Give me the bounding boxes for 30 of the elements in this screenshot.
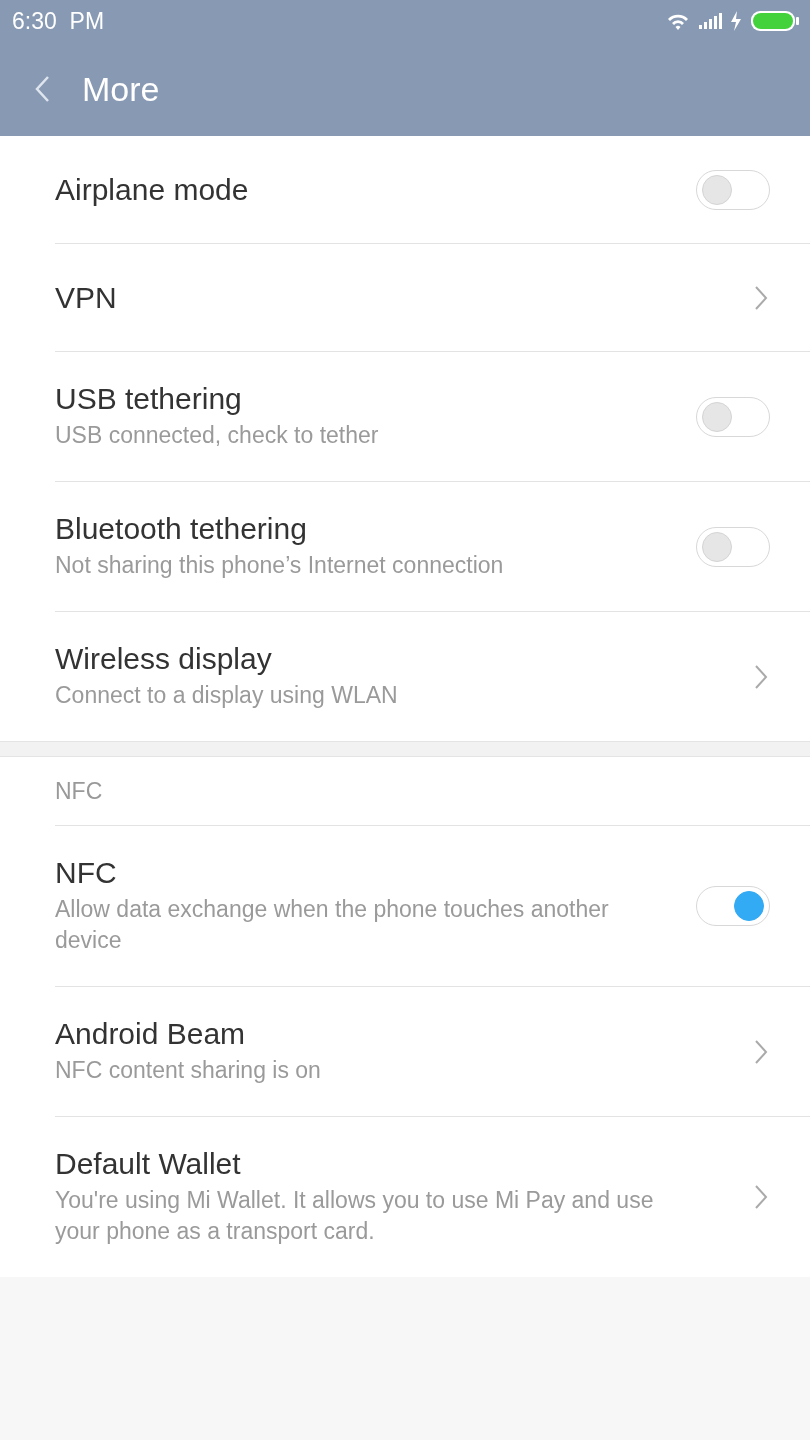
status-time: 6:30 PM bbox=[12, 7, 105, 35]
toggle-switch[interactable] bbox=[696, 396, 770, 437]
setting-title: Bluetooth tethering bbox=[55, 512, 308, 546]
setting-title: Android Beam bbox=[55, 1017, 247, 1051]
page-title: More bbox=[82, 69, 160, 109]
toggle-switch[interactable] bbox=[696, 526, 770, 567]
setting-title: VPN bbox=[55, 280, 118, 315]
setting-title: USB tethering bbox=[55, 382, 243, 416]
charging-icon bbox=[730, 11, 742, 31]
toggle-switch[interactable] bbox=[696, 886, 770, 926]
setting-description: NFC content sharing is on bbox=[55, 1056, 322, 1085]
toggle-switch[interactable] bbox=[696, 169, 770, 210]
setting-title: Wireless display bbox=[55, 642, 273, 676]
setting-description: Allow data exchange when the phone touches another device bbox=[55, 895, 610, 955]
section-header: NFC bbox=[55, 777, 103, 805]
setting-description: USB connected, check to tether bbox=[55, 421, 380, 450]
setting-description: Connect to a display using WLAN bbox=[55, 681, 399, 710]
chevron-icon bbox=[754, 663, 768, 690]
back-icon[interactable] bbox=[34, 75, 50, 103]
setting-title: Default Wallet bbox=[55, 1147, 242, 1181]
signal-icon bbox=[698, 13, 722, 29]
setting-description: Not sharing this phone’s Internet connection bbox=[55, 551, 505, 580]
chevron-icon bbox=[754, 1184, 768, 1210]
setting-title: Airplane mode bbox=[55, 172, 250, 207]
chevron-icon bbox=[754, 1038, 768, 1065]
battery-icon bbox=[750, 10, 800, 32]
setting-description: You're using Mi Wallet. It allows you to use Mi Pay and use your phone as a transport card. bbox=[55, 1186, 655, 1246]
setting-title: NFC bbox=[55, 856, 118, 890]
wifi-icon bbox=[666, 12, 690, 30]
chevron-icon bbox=[754, 284, 768, 311]
